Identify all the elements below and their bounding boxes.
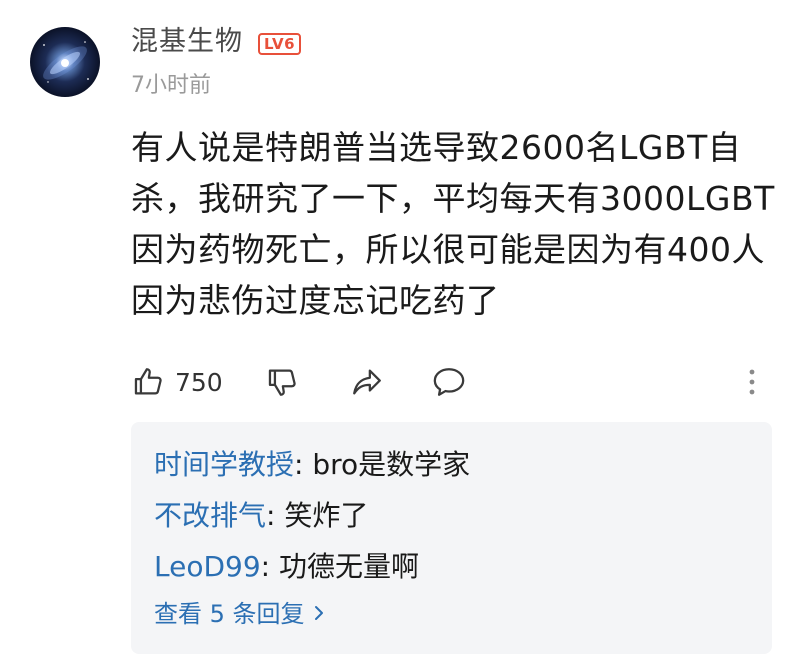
timestamp: 7小时前 bbox=[131, 73, 211, 98]
view-more-replies-link[interactable]: 查看 5 条回复 bbox=[154, 597, 325, 631]
dislike-button[interactable] bbox=[265, 360, 299, 404]
username[interactable]: 混基生物 bbox=[131, 24, 243, 60]
comment-bubble-icon bbox=[430, 365, 468, 399]
thumbs-down-icon bbox=[265, 365, 299, 399]
reply-author[interactable]: 时间学教授 bbox=[154, 448, 294, 481]
reply-author[interactable]: 不改排气 bbox=[154, 499, 266, 532]
reply-separator: : bbox=[260, 550, 279, 583]
share-button[interactable] bbox=[349, 360, 385, 404]
replies-panel: 时间学教授: bro是数学家 不改排气: 笑炸了 LeoD99: 功德无量啊 查… bbox=[131, 422, 772, 654]
level-badge: LV6 bbox=[258, 33, 302, 55]
reply-text: bro是数学家 bbox=[312, 448, 471, 481]
reply-button[interactable] bbox=[430, 360, 468, 404]
reply-text: 功德无量啊 bbox=[279, 550, 420, 583]
more-vertical-icon bbox=[745, 365, 759, 399]
reply-item[interactable]: 不改排气: 笑炸了 bbox=[154, 497, 368, 535]
reply-author[interactable]: LeoD99 bbox=[154, 550, 261, 583]
reply-item[interactable]: LeoD99: 功德无量啊 bbox=[154, 548, 419, 586]
chevron-right-icon bbox=[313, 597, 325, 631]
reply-item[interactable]: 时间学教授: bro是数学家 bbox=[154, 446, 470, 484]
view-more-label: 查看 5 条回复 bbox=[154, 600, 305, 628]
comment-card: 混基生物 LV6 7小时前 有人说是特朗普当选导致2600名LGBT自杀，我研究… bbox=[0, 0, 800, 661]
avatar[interactable] bbox=[30, 27, 100, 97]
reply-separator: : bbox=[294, 448, 313, 481]
reply-text: 笑炸了 bbox=[284, 499, 369, 532]
like-count: 750 bbox=[175, 367, 223, 397]
galaxy-avatar-image bbox=[43, 41, 89, 83]
like-button[interactable]: 750 bbox=[131, 360, 223, 404]
share-icon bbox=[349, 365, 385, 399]
comment-body: 有人说是特朗普当选导致2600名LGBT自杀，我研究了一下，平均每天有3000L… bbox=[131, 128, 775, 320]
more-button[interactable] bbox=[745, 360, 759, 404]
action-bar: 750 bbox=[131, 360, 771, 404]
thumbs-up-icon bbox=[131, 365, 165, 399]
reply-separator: : bbox=[266, 499, 285, 532]
